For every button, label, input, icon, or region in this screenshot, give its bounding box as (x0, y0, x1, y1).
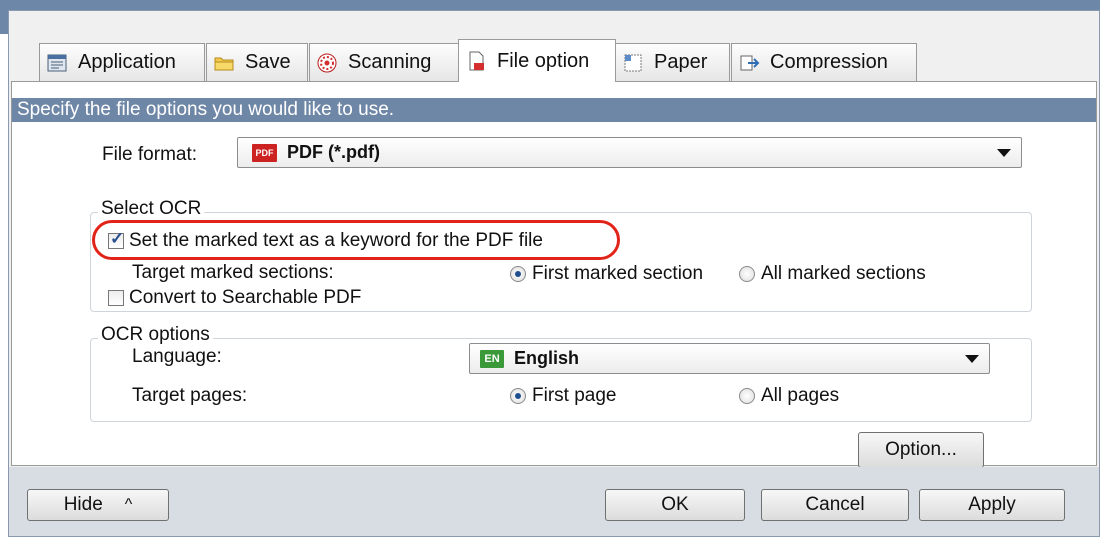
all-pages-label: All pages (761, 385, 840, 406)
pdf-file-icon: PDF (252, 143, 277, 162)
file-format-select[interactable]: PDF PDF (*.pdf) (237, 137, 1022, 168)
dialog-button-bar: Hide ^ OK Cancel Apply (9, 467, 1099, 536)
file-option-icon (465, 50, 487, 72)
tab-label: Scanning (348, 51, 432, 73)
hide-button-label: Hide (63, 494, 103, 515)
tab-label: Application (78, 51, 176, 73)
first-marked-section-label: First marked section (532, 263, 704, 284)
language-select[interactable]: EN English (469, 343, 990, 374)
tab-application[interactable]: Application (39, 43, 205, 81)
target-marked-sections-label: Target marked sections: (132, 262, 334, 283)
tab-compression[interactable]: Compression (731, 43, 917, 81)
tab-label: Save (245, 51, 291, 73)
ocr-options-title: OCR options (98, 324, 213, 346)
ok-button[interactable]: OK (605, 489, 745, 521)
paper-icon (622, 52, 644, 74)
tab-label: File option (497, 49, 590, 72)
all-marked-sections-radio[interactable] (739, 266, 755, 282)
all-marked-sections-label: All marked sections (761, 263, 926, 284)
option-button[interactable]: Option... (858, 432, 984, 468)
language-value: English (514, 348, 580, 368)
language-label: Language: (132, 346, 222, 367)
hide-button[interactable]: Hide ^ (27, 489, 169, 521)
tab-save[interactable]: Save (206, 43, 308, 81)
chevron-down-icon (997, 149, 1011, 157)
select-ocr-title: Select OCR (98, 198, 205, 220)
application-icon (46, 52, 68, 74)
file-format-label: File format: (102, 144, 198, 165)
keyword-checkbox[interactable] (108, 229, 124, 249)
first-marked-section-radio[interactable] (510, 266, 526, 282)
searchable-pdf-label: Convert to Searchable PDF (129, 287, 362, 308)
folder-icon (213, 52, 235, 74)
file-option-panel: Specify the file options you would like … (11, 81, 1097, 468)
file-format-value: PDF (*.pdf) (287, 142, 380, 162)
english-language-icon: EN (480, 349, 504, 368)
first-page-label: First page (532, 385, 617, 406)
cancel-button[interactable]: Cancel (761, 489, 909, 521)
chevron-up-icon: ^ (124, 496, 133, 513)
all-pages-radio[interactable] (739, 388, 755, 404)
target-pages-label: Target pages: (132, 385, 248, 406)
tab-label: Paper (654, 51, 708, 73)
tab-paper[interactable]: Paper (615, 43, 730, 81)
tab-strip: Application Save Scanning File option Pa… (9, 11, 1099, 89)
chevron-down-icon (965, 355, 979, 363)
tab-scanning[interactable]: Scanning (309, 43, 459, 81)
keyword-checkbox-label: Set the marked text as a keyword for the… (129, 230, 543, 251)
tab-file-option[interactable]: File option (458, 39, 616, 82)
scanning-icon (316, 52, 338, 74)
compression-icon (738, 52, 760, 74)
tab-label: Compression (770, 51, 888, 73)
first-page-radio[interactable] (510, 388, 526, 404)
apply-button[interactable]: Apply (919, 489, 1065, 521)
searchable-pdf-checkbox[interactable] (108, 290, 124, 306)
scan-settings-dialog: Application Save Scanning File option Pa… (8, 10, 1100, 537)
instruction-banner: Specify the file options you would like … (12, 98, 1096, 122)
